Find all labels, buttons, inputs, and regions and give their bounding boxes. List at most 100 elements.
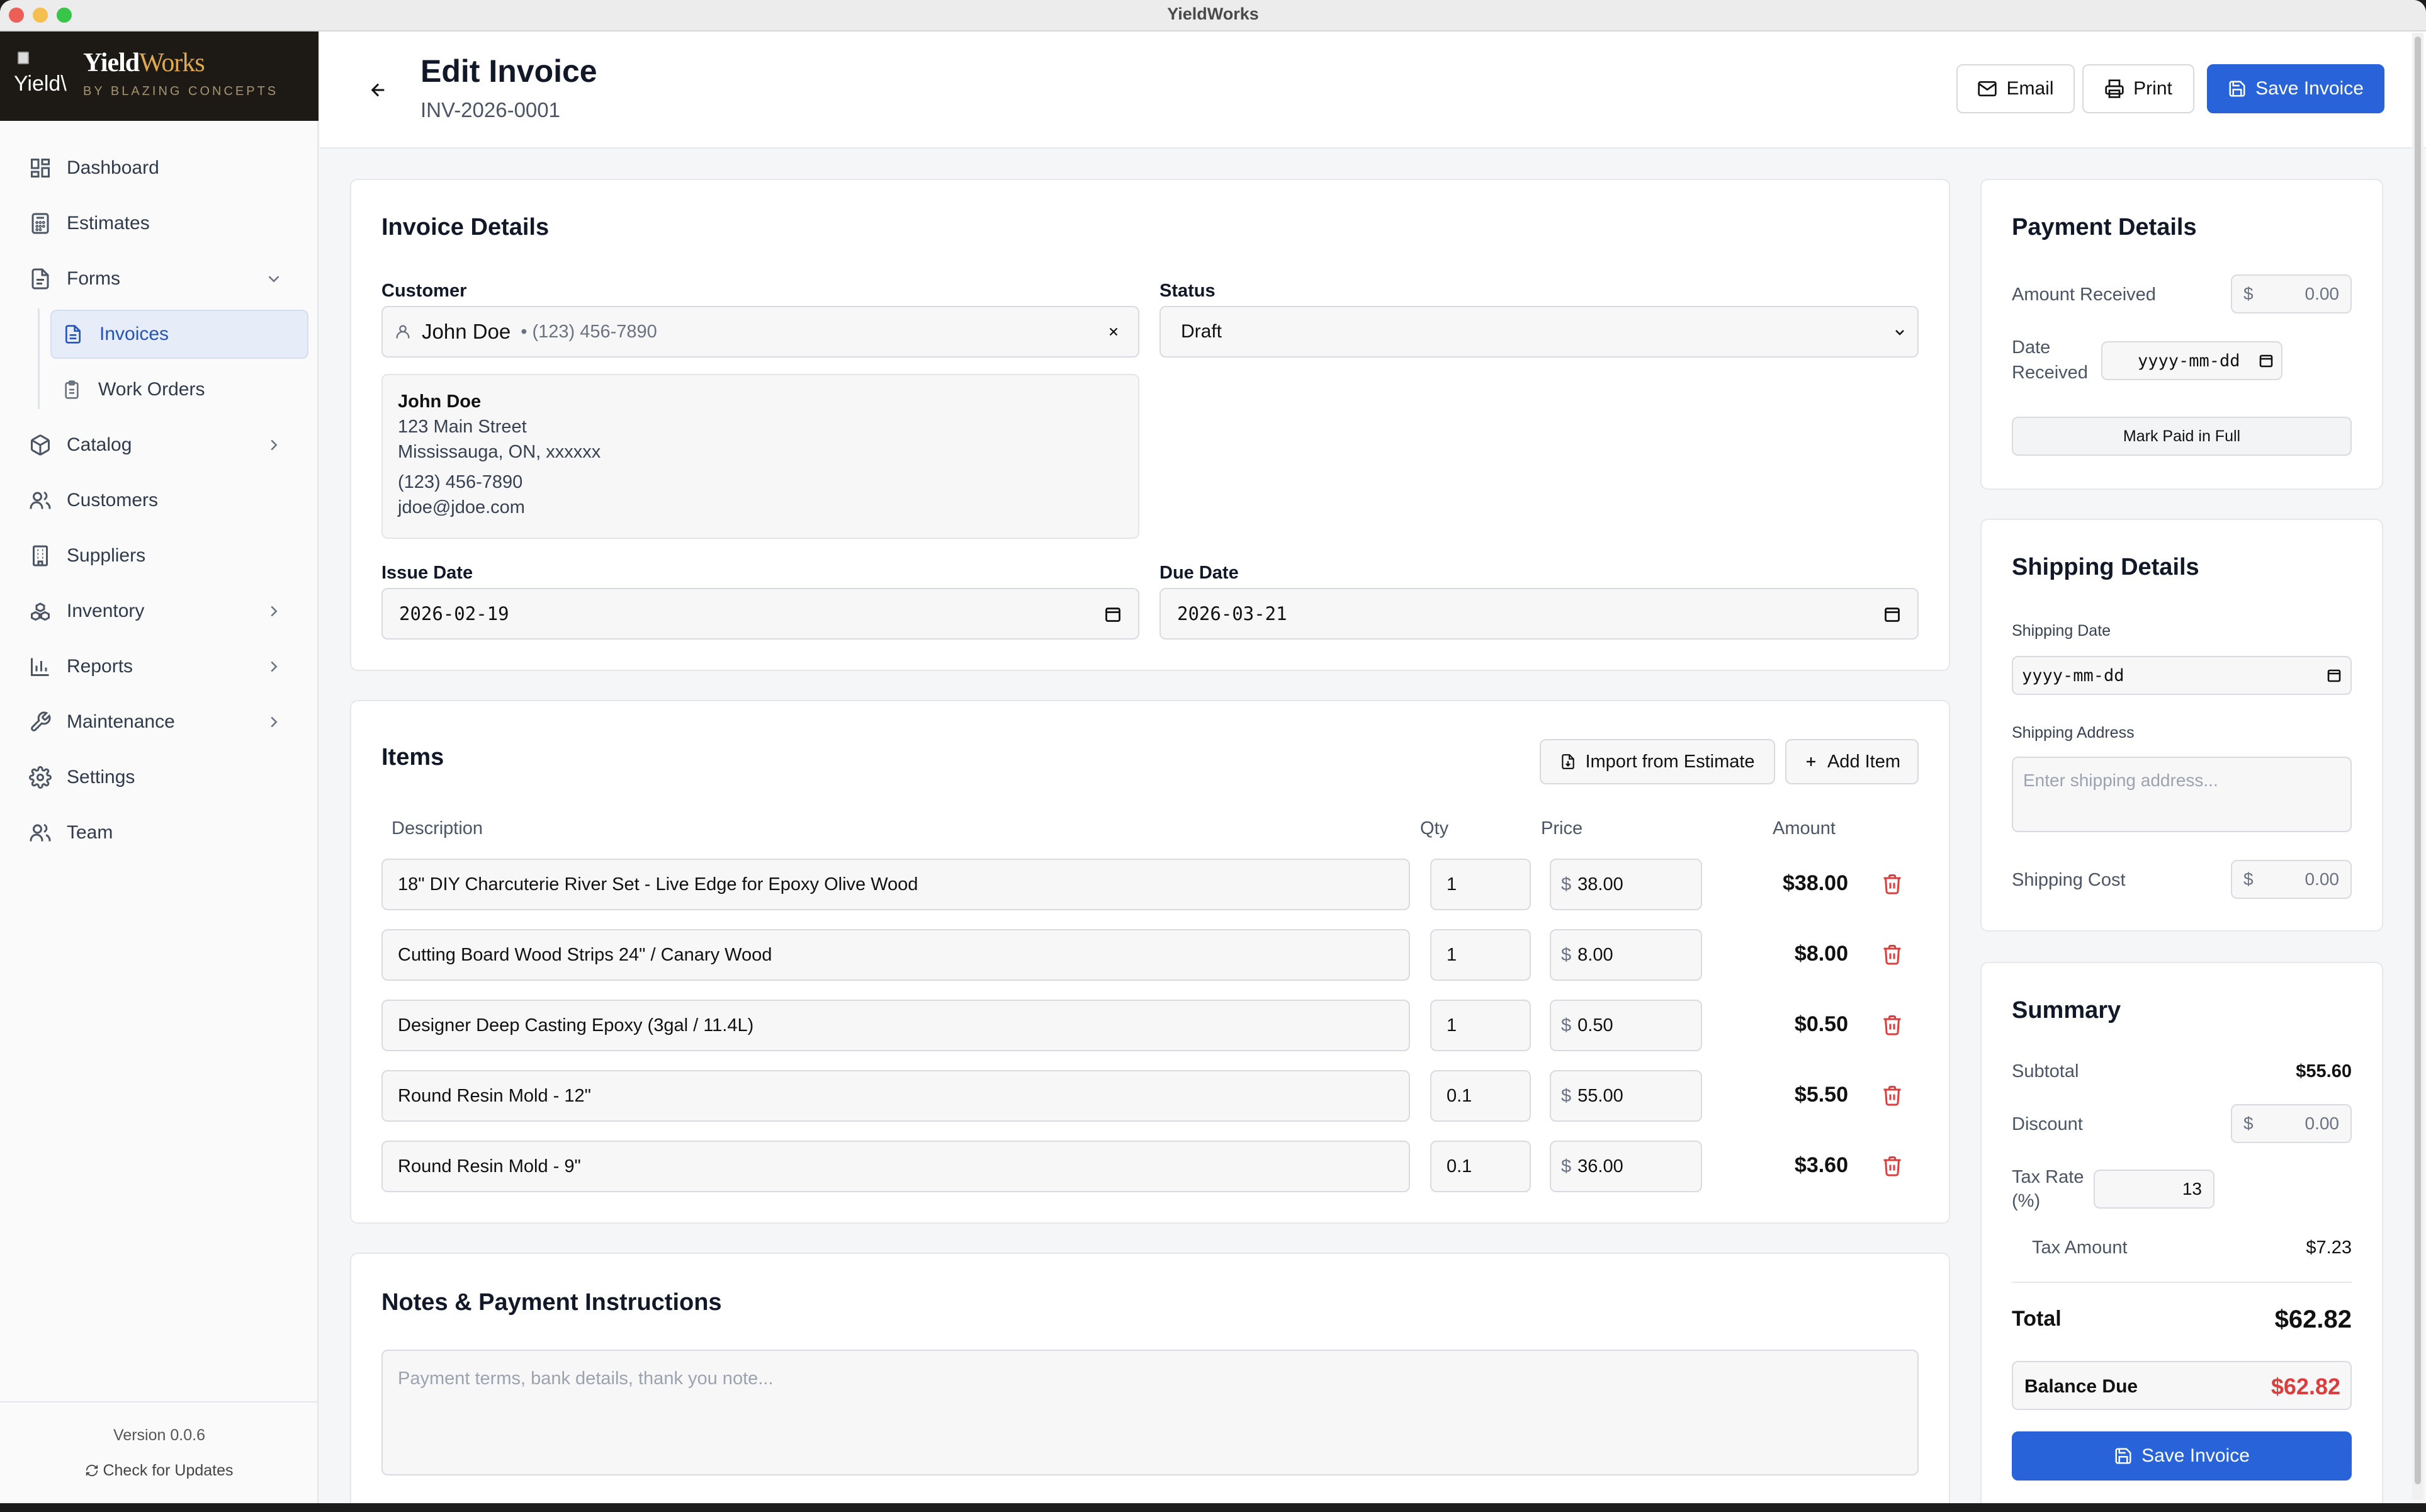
item-qty-input[interactable]: 1	[1430, 859, 1531, 910]
import-from-estimate-button[interactable]: Import from Estimate	[1540, 739, 1775, 784]
back-button[interactable]	[363, 74, 394, 106]
scrollbar-track[interactable]	[2412, 33, 2423, 1499]
date-received-label-line1: Date	[2012, 337, 2051, 358]
check-updates-link[interactable]: Check for Updates	[0, 1462, 319, 1480]
customer-name: John Doe	[422, 320, 511, 343]
issue-date-label: Issue Date	[381, 563, 473, 583]
brand-logo-image: Yield\	[14, 50, 69, 99]
due-date-label: Due Date	[1159, 563, 1239, 583]
total-value: $62.82	[2274, 1306, 2352, 1333]
sidebar-item-work-orders[interactable]: Work Orders	[50, 365, 308, 414]
sidebar-item-team[interactable]: Team	[19, 808, 307, 857]
sidebar-item-catalog[interactable]: Catalog	[19, 420, 307, 470]
item-amount: $38.00	[1783, 871, 1848, 895]
trash-icon[interactable]	[1881, 1013, 1904, 1036]
file-text-icon	[59, 320, 87, 348]
item-description-input[interactable]: Designer Deep Casting Epoxy (3gal / 11.4…	[381, 1000, 1410, 1051]
tax-rate-input[interactable]: 13	[2094, 1170, 2214, 1209]
brand-header[interactable]: Yield\ YieldWorks BY BLAZING CONCEPTS	[0, 31, 319, 121]
sidebar-item-label: Invoices	[99, 324, 169, 344]
item-qty-input[interactable]: 0.1	[1430, 1141, 1531, 1192]
item-description-input[interactable]: Cutting Board Wood Strips 24" / Canary W…	[381, 929, 1410, 981]
calendar-icon[interactable]	[1883, 606, 1901, 623]
save-invoice-button[interactable]: Save Invoice	[2207, 64, 2384, 113]
title-bar: YieldWorks	[0, 0, 2426, 31]
item-description-input[interactable]: 18" DIY Charcuterie River Set - Live Edg…	[381, 859, 1410, 910]
item-price-input[interactable]: $0.50	[1550, 1000, 1702, 1051]
calendar-icon[interactable]	[2327, 668, 2342, 683]
items-title: Items	[381, 744, 444, 770]
item-price-input[interactable]: $8.00	[1550, 929, 1702, 981]
shipping-date-input[interactable]: yyyy-mm-dd	[2012, 656, 2352, 695]
address-name: John Doe	[398, 392, 482, 412]
notes-title: Notes & Payment Instructions	[381, 1289, 722, 1316]
sidebar-item-maintenance[interactable]: Maintenance	[19, 697, 307, 747]
sidebar-item-invoices[interactable]: Invoices	[50, 310, 308, 359]
item-qty-input[interactable]: 1	[1430, 1000, 1531, 1051]
sidebar-item-estimates[interactable]: Estimates	[19, 199, 307, 248]
item-price-value: 38.00	[1577, 874, 1623, 894]
discount-input[interactable]: $0.00	[2231, 1104, 2352, 1143]
save-invoice-bottom-button[interactable]: Save Invoice	[2012, 1431, 2352, 1481]
sidebar-item-suppliers[interactable]: Suppliers	[19, 531, 307, 580]
issue-date-input[interactable]: 2026-02-19	[381, 588, 1139, 640]
import-from-estimate-label: Import from Estimate	[1585, 751, 1755, 772]
sidebar-item-label: Settings	[67, 767, 135, 787]
print-button-label: Print	[2133, 78, 2172, 99]
scrollbar-thumb[interactable]	[2415, 37, 2421, 1484]
calendar-icon[interactable]	[2259, 353, 2274, 368]
customer-phone: • (123) 456-7890	[521, 321, 657, 342]
due-date-input[interactable]: 2026-03-21	[1159, 588, 1919, 640]
sidebar-item-forms[interactable]: Forms	[19, 254, 307, 303]
gear-icon	[26, 764, 54, 791]
shipping-address-textarea[interactable]: Enter shipping address...	[2012, 757, 2352, 832]
sidebar-item-label: Catalog	[67, 434, 132, 455]
sidebar-item-settings[interactable]: Settings	[19, 753, 307, 802]
calendar-icon[interactable]	[1104, 606, 1122, 623]
amount-received-input[interactable]: $0.00	[2231, 274, 2352, 313]
invoice-details-title: Invoice Details	[381, 214, 550, 240]
clear-customer-icon[interactable]	[1107, 325, 1120, 339]
save-invoice-label: Save Invoice	[2255, 78, 2364, 99]
building-icon	[26, 542, 54, 570]
tax-rate-label-line2: (%)	[2012, 1191, 2041, 1211]
balance-due-value: $62.82	[2271, 1374, 2340, 1399]
item-qty-input[interactable]: 0.1	[1430, 1070, 1531, 1122]
print-button[interactable]: Print	[2082, 64, 2194, 113]
add-item-button[interactable]: Add Item	[1785, 739, 1919, 784]
save-invoice-bottom-label: Save Invoice	[2141, 1445, 2250, 1466]
status-select[interactable]: Draft	[1159, 306, 1919, 358]
item-description-input[interactable]: Round Resin Mold - 9"	[381, 1141, 1410, 1192]
item-price-input[interactable]: $55.00	[1550, 1070, 1702, 1122]
email-button-label: Email	[2006, 78, 2054, 99]
brand-tagline: BY BLAZING CONCEPTS	[83, 84, 279, 98]
sidebar-footer: Version 0.0.6 Check for Updates	[0, 1401, 319, 1503]
email-button[interactable]: Email	[1956, 64, 2075, 113]
notes-textarea[interactable]: Payment terms, bank details, thank you n…	[381, 1350, 1919, 1475]
date-received-input[interactable]: yyyy-mm-dd	[2101, 341, 2282, 380]
tax-rate-label-line1: Tax Rate	[2012, 1167, 2084, 1187]
column-header-qty: Qty	[1420, 818, 1449, 838]
item-qty-input[interactable]: 1	[1430, 929, 1531, 981]
trash-icon[interactable]	[1881, 1154, 1904, 1177]
arrow-left-icon	[371, 83, 385, 97]
summary-divider	[2012, 1282, 2352, 1283]
currency-symbol: $	[1561, 1156, 1572, 1176]
sidebar-item-dashboard[interactable]: Dashboard	[19, 144, 307, 193]
trash-icon[interactable]	[1881, 943, 1904, 966]
item-description-input[interactable]: Round Resin Mold - 12"	[381, 1070, 1410, 1122]
item-price-input[interactable]: $38.00	[1550, 859, 1702, 910]
address-email: jdoe@jdoe.com	[398, 497, 525, 517]
shipping-cost-input[interactable]: $0.00	[2231, 860, 2352, 899]
mark-paid-in-full-button[interactable]: Mark Paid in Full	[2012, 417, 2352, 456]
item-price-input[interactable]: $36.00	[1550, 1141, 1702, 1192]
brand-name-accent: Works	[139, 48, 205, 77]
sidebar-item-customers[interactable]: Customers	[19, 476, 307, 525]
sidebar-item-reports[interactable]: Reports	[19, 642, 307, 691]
trash-icon[interactable]	[1881, 872, 1904, 895]
customer-select[interactable]: John Doe • (123) 456-7890	[381, 306, 1139, 358]
item-amount: $8.00	[1794, 942, 1848, 966]
tax-rate-value: 13	[2182, 1179, 2202, 1199]
trash-icon[interactable]	[1881, 1084, 1904, 1107]
sidebar-item-inventory[interactable]: Inventory	[19, 587, 307, 636]
